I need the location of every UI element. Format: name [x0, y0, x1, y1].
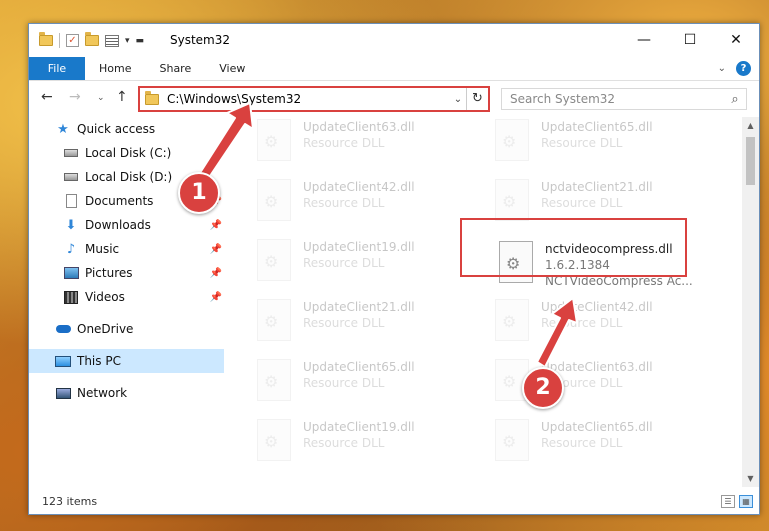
arrow-1 [197, 102, 254, 183]
step-2-badge: 2 [522, 367, 564, 409]
arrow-2 [536, 297, 578, 368]
step-1-badge: 1 [178, 172, 220, 214]
annotation-arrows [197, 102, 578, 368]
